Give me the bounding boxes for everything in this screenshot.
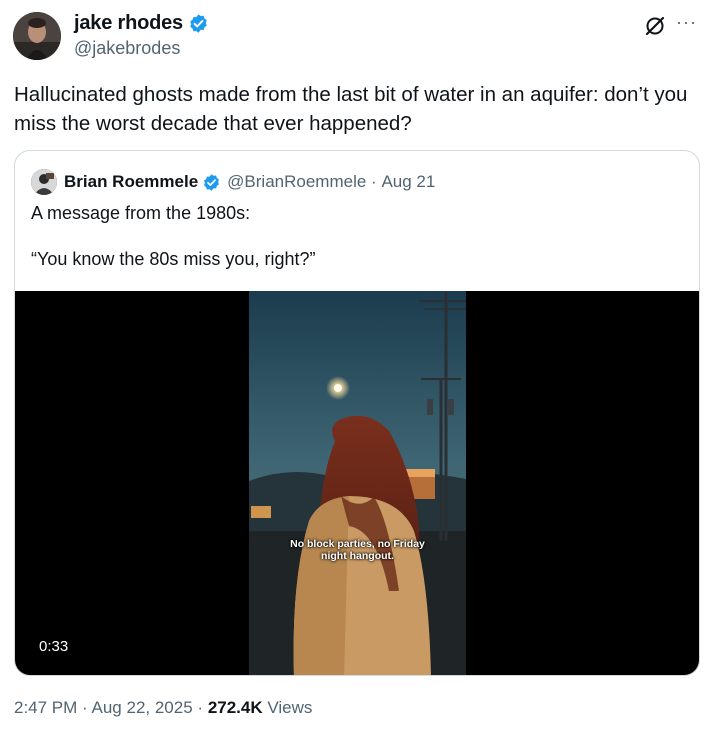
author-display-name[interactable]: jake rhodes <box>74 12 183 35</box>
author-handle[interactable]: @jakebrodes <box>74 38 180 59</box>
meta-separator-2: · <box>197 698 204 717</box>
tweet-metadata: 2:47 PM · Aug 22, 2025 · 272.4K Views <box>14 698 312 718</box>
separator-dot: · <box>371 172 377 191</box>
more-options-button[interactable]: ··· <box>676 13 697 31</box>
verified-badge-icon <box>190 14 207 33</box>
video-duration-badge: 0:33 <box>30 635 78 658</box>
views-label: Views <box>267 698 313 717</box>
video-caption: No block parties, no Friday night hangou… <box>249 538 466 562</box>
video-player[interactable]: No block parties, no Friday night hangou… <box>15 291 699 675</box>
author-name-row: jake rhodes <box>74 12 209 35</box>
quoted-profile-photo-icon <box>31 169 57 195</box>
grok-icon <box>645 16 665 36</box>
quoted-tweet-card[interactable]: Brian Roemmele @BrianRoemmele · Aug 21 A… <box>14 150 700 676</box>
quoted-author-name[interactable]: Brian Roemmele <box>64 172 198 192</box>
author-avatar[interactable] <box>13 12 61 60</box>
tweet-text: Hallucinated ghosts made from the last b… <box>14 83 688 135</box>
profile-photo-icon <box>13 12 61 60</box>
quoted-text-line-2: “You know the 80s miss you, right?” <box>31 249 316 269</box>
quoted-text-line-1: A message from the 1980s: <box>31 203 251 223</box>
meta-separator: · <box>82 698 88 717</box>
quoted-author-handle[interactable]: @BrianRoemmele <box>227 172 366 192</box>
video-caption-line-2: night hangout. <box>321 550 394 562</box>
tweet-date[interactable]: Aug 22, 2025 <box>92 698 193 717</box>
quoted-tweet-header: Brian Roemmele @BrianRoemmele · Aug 21 <box>31 169 435 195</box>
video-frame: No block parties, no Friday night hangou… <box>249 291 466 675</box>
grok-button[interactable] <box>644 15 666 37</box>
quoted-date[interactable]: Aug 21 <box>381 172 435 192</box>
quoted-author-avatar[interactable] <box>31 169 57 195</box>
quoted-separator: · <box>366 172 381 192</box>
tweet-time[interactable]: 2:47 PM <box>14 698 77 717</box>
video-still-image <box>249 291 466 675</box>
views-count: 272.4K <box>207 698 263 717</box>
quoted-verified-badge-icon <box>204 173 220 191</box>
video-caption-line-1: No block parties, no Friday <box>290 538 425 550</box>
